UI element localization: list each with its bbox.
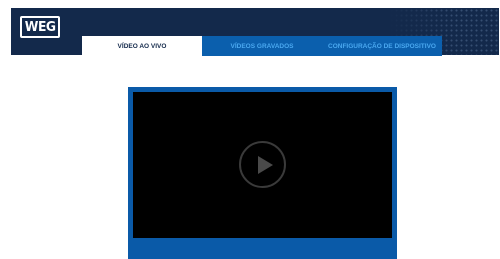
tab-device-settings[interactable]: CONFIGURAÇÃO DE DISPOSITIVO xyxy=(322,36,442,56)
weg-logo: WEG xyxy=(20,16,60,38)
play-icon xyxy=(258,156,273,174)
play-button[interactable] xyxy=(239,141,286,188)
tab-live-video[interactable]: VÍDEO AO VIVO xyxy=(82,36,202,56)
tab-recorded-videos-label: VÍDEOS GRAVADOS xyxy=(230,42,294,50)
tab-recorded-videos[interactable]: VÍDEOS GRAVADOS xyxy=(202,36,322,56)
tab-bar: VÍDEO AO VIVO VÍDEOS GRAVADOS CONFIGURAÇ… xyxy=(82,36,442,56)
tab-device-settings-label: CONFIGURAÇÃO DE DISPOSITIVO xyxy=(328,42,436,50)
tab-live-video-label: VÍDEO AO VIVO xyxy=(117,42,167,50)
video-player xyxy=(128,87,397,259)
video-screen[interactable] xyxy=(133,92,392,238)
logo-text: WEG xyxy=(24,19,56,35)
